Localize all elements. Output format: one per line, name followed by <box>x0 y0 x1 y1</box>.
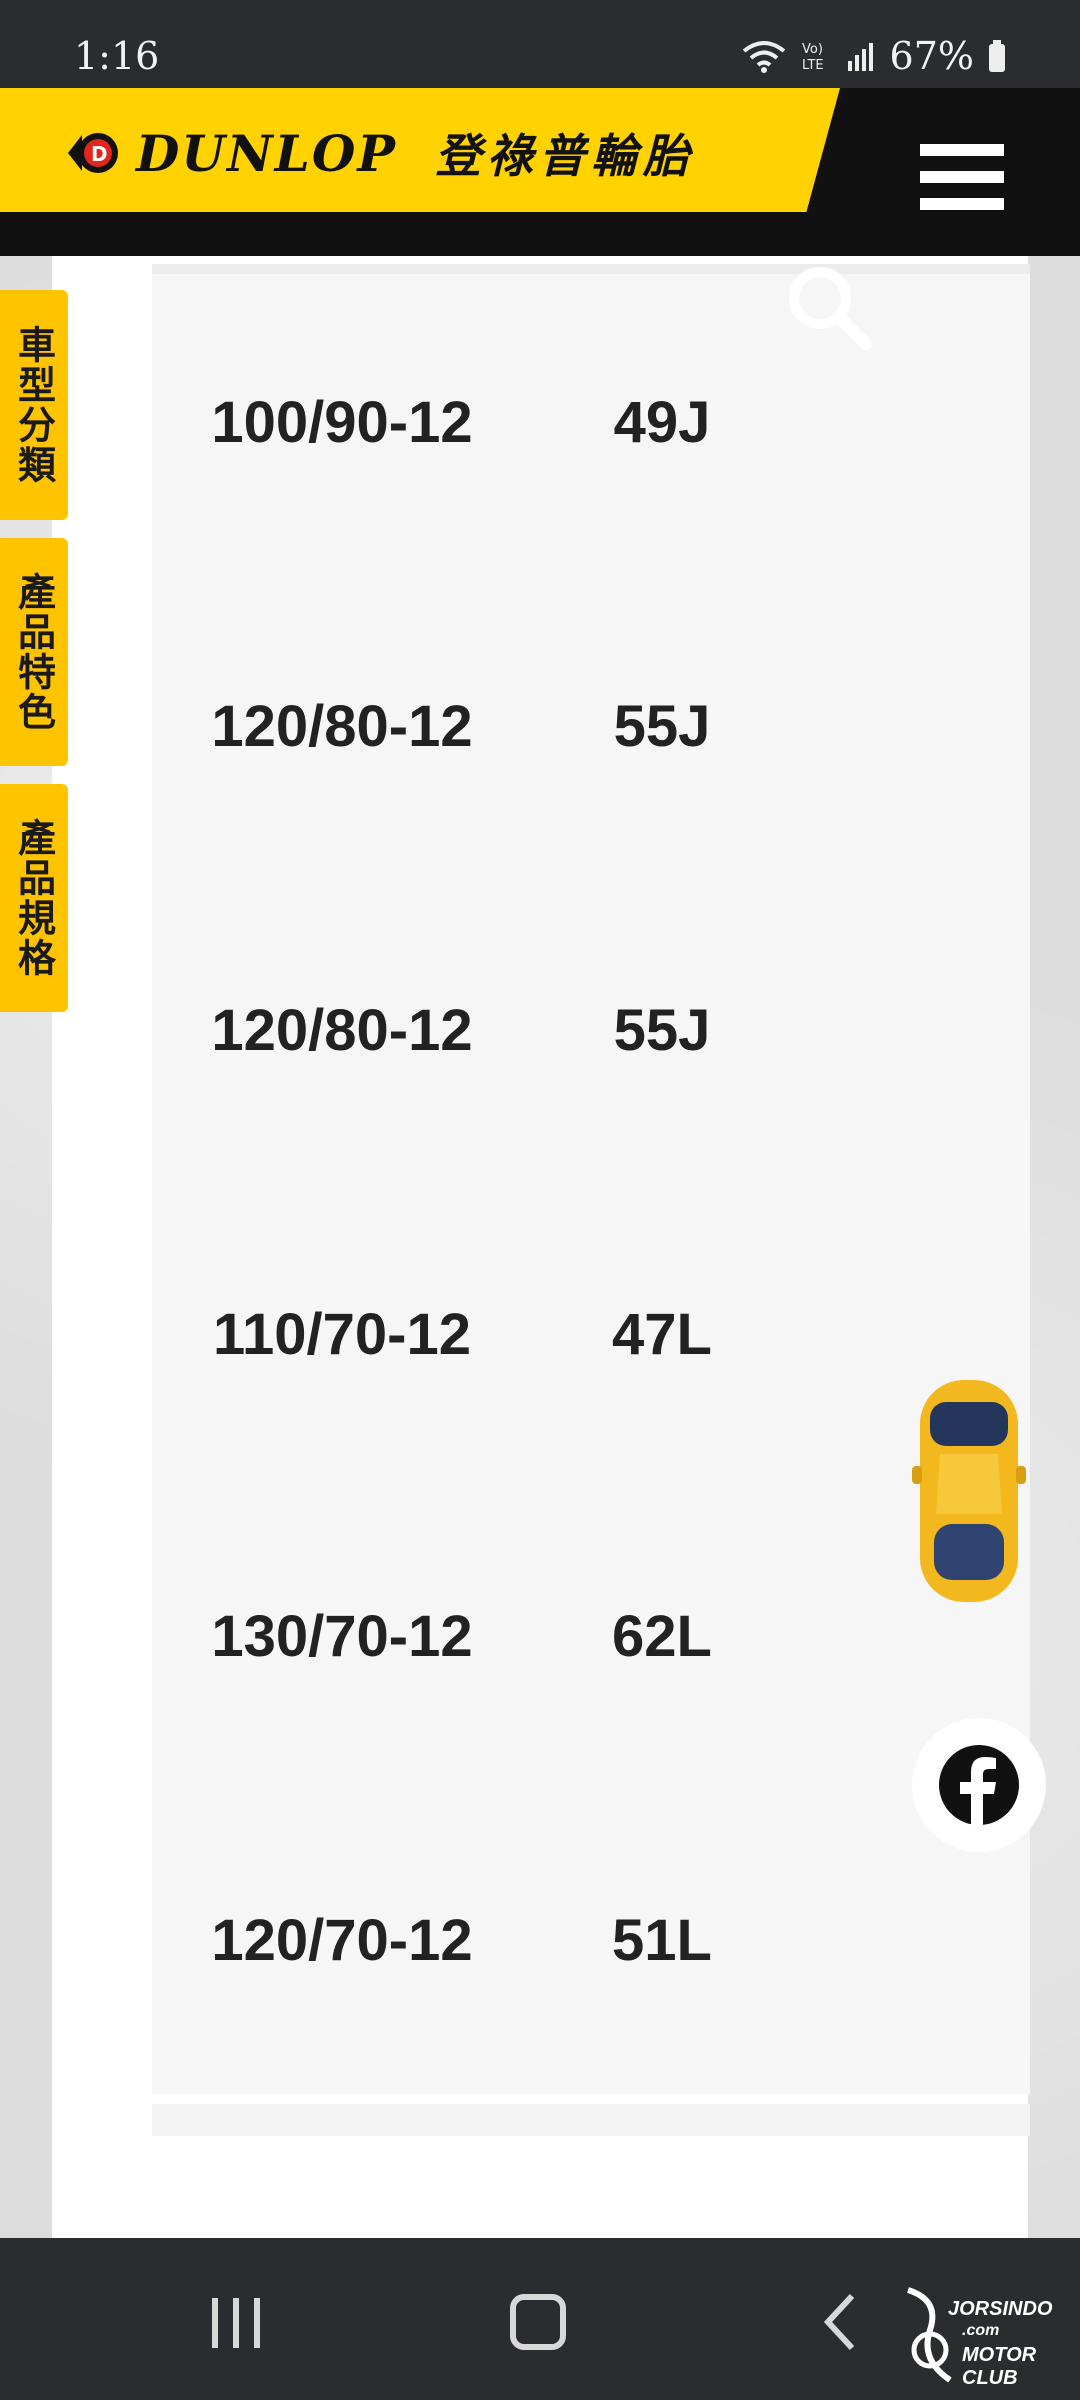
car-icon[interactable] <box>910 1374 1028 1608</box>
status-time: 1:16 <box>74 34 160 78</box>
content-panel: 100/90-12 49J 120/80-12 55J 120/80-12 55… <box>52 256 1030 2238</box>
tire-size: 100/90-12 <box>211 389 473 455</box>
tire-size: 120/80-12 <box>211 997 473 1063</box>
watermark-logo: JORSINDO .com MOTOR CLUB <box>900 2280 1070 2392</box>
home-icon[interactable] <box>510 2294 566 2350</box>
status-bar: 1:16 Vo) LTE 67% <box>0 0 1080 88</box>
menu-line <box>920 198 1004 210</box>
brand-banner[interactable]: D DUNLOP 登祿普輪胎 <box>0 88 840 212</box>
watermark-text: JORSINDO <box>948 2298 1053 2320</box>
facebook-icon <box>939 1745 1019 1826</box>
wifi-icon <box>742 41 785 73</box>
tire-size: 130/70-12 <box>211 1603 473 1669</box>
svg-text:Vo): Vo) <box>802 42 823 57</box>
brand-name: DUNLOP <box>136 123 397 183</box>
side-tab-label: 產品規格 <box>11 818 56 978</box>
page-background: 100/90-12 49J 120/80-12 55J 120/80-12 55… <box>0 256 1080 2238</box>
battery-icon <box>989 40 1005 72</box>
side-tab-product-features[interactable]: 產品特色 <box>0 538 68 766</box>
table-row: 110/70-12 47L <box>152 1274 1030 1394</box>
load-speed-index: 55J <box>613 693 711 759</box>
load-speed-index: 55J <box>613 997 711 1063</box>
signal-icon <box>847 43 873 71</box>
site-header: D DUNLOP 登祿普輪胎 <box>0 88 1080 256</box>
back-icon[interactable] <box>820 2292 860 2352</box>
table-row: 100/90-12 49J <box>152 362 1030 482</box>
tire-size: 110/70-12 <box>212 1301 472 1367</box>
side-tab-product-specs[interactable]: 產品規格 <box>0 784 68 1012</box>
dunlop-logo[interactable]: D DUNLOP 登祿普輪胎 <box>68 120 695 186</box>
hamburger-menu-button[interactable] <box>920 144 1004 210</box>
spec-table-footer <box>152 2104 1030 2136</box>
side-tab-label: 車型分類 <box>11 325 56 485</box>
volte-icon: Vo) LTE <box>802 42 824 73</box>
table-row: 120/80-12 55J <box>152 666 1030 786</box>
menu-line <box>920 144 1004 156</box>
wing-emblem-icon <box>906 2287 952 2383</box>
svg-text:D: D <box>91 142 108 166</box>
search-icon[interactable] <box>780 258 880 358</box>
battery-percent: 67% <box>889 34 974 78</box>
tire-size: 120/80-12 <box>211 693 473 759</box>
table-row: 130/70-12 62L <box>152 1576 1030 1696</box>
recent-apps-icon[interactable] <box>206 2296 266 2350</box>
spec-table <box>152 264 1030 2094</box>
watermark-text: MOTOR CLUB <box>962 2344 1037 2389</box>
facebook-button[interactable] <box>912 1718 1046 1852</box>
dunlop-flying-d-icon: D <box>68 133 118 173</box>
svg-text:LTE: LTE <box>802 58 824 73</box>
side-tab-vehicle-category[interactable]: 車型分類 <box>0 290 68 520</box>
load-speed-index: 62L <box>612 1603 712 1669</box>
menu-line <box>920 171 1004 183</box>
load-speed-index: 51L <box>612 1907 712 1973</box>
tire-size: 120/70-12 <box>211 1907 473 1973</box>
side-tab-label: 產品特色 <box>11 572 56 732</box>
load-speed-index: 49J <box>613 389 711 455</box>
status-icons: Vo) LTE 67% <box>742 34 1006 78</box>
brand-name-cn: 登祿普輪胎 <box>434 129 695 183</box>
watermark-text: .com <box>962 2322 1000 2339</box>
load-speed-index: 47L <box>612 1301 712 1367</box>
table-row: 120/70-12 51L <box>152 1880 1030 2000</box>
table-row: 120/80-12 55J <box>152 970 1030 1090</box>
